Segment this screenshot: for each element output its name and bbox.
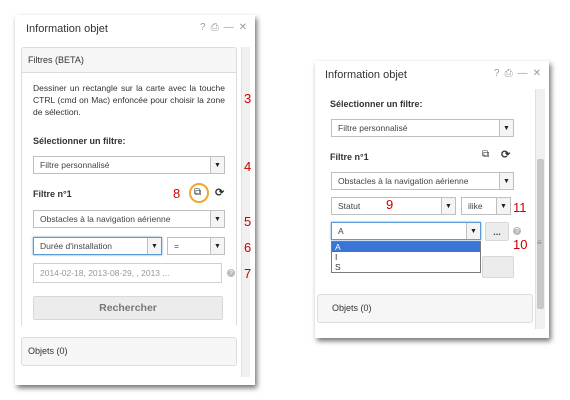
minimize-icon[interactable]: —: [224, 22, 236, 33]
annotation-5: 5: [244, 214, 252, 229]
left-description: Dessiner un rectangle sur la carte avec …: [33, 83, 225, 117]
copy-icon[interactable]: ⧉: [194, 187, 201, 198]
copy-icon[interactable]: ⧉: [482, 149, 489, 160]
left-select-filter-label: Sélectionner un filtre:: [33, 136, 126, 146]
value-dropdown-list[interactable]: A I S: [331, 241, 481, 273]
left-filter-select[interactable]: Filtre personnalisé ▼: [33, 156, 225, 174]
close-icon[interactable]: ✕: [533, 68, 543, 79]
chevron-down-icon[interactable]: ▼: [499, 120, 513, 136]
help-icon[interactable]: ?: [494, 68, 502, 79]
print-icon[interactable]: ⎙: [505, 68, 515, 79]
more-values-button[interactable]: ...: [485, 222, 509, 241]
annotation-4: 4: [244, 159, 252, 174]
left-value-input[interactable]: 2014-02-18, 2013-08-29, , 2013 ...: [33, 263, 222, 283]
chevron-down-icon[interactable]: ▼: [496, 198, 510, 214]
left-filters-header[interactable]: Filtres (BETA): [28, 55, 84, 65]
search-button[interactable]: [482, 256, 514, 278]
annotation-6: 6: [244, 240, 252, 255]
chevron-down-icon[interactable]: ▼: [210, 238, 224, 254]
right-attribute-select-value: Statut: [338, 201, 361, 211]
left-layer-select[interactable]: Obstacles à la navigation aérienne ▼: [33, 210, 225, 228]
right-filter-heading: Filtre n°1: [330, 152, 369, 162]
refresh-icon[interactable]: ⟳: [215, 186, 224, 199]
print-icon[interactable]: ⎙: [211, 22, 221, 33]
right-value-select-value: A: [338, 226, 344, 236]
annotation-3: 3: [244, 91, 252, 106]
left-attribute-select[interactable]: Durée d'installation ▼: [33, 237, 162, 255]
left-operator-select[interactable]: = ▼: [167, 237, 225, 255]
left-operator-select-value: =: [174, 241, 179, 251]
right-operator-select-value: ilike: [468, 201, 483, 211]
annotation-8: 8: [173, 186, 181, 201]
help-icon[interactable]: ?: [200, 22, 208, 33]
right-attribute-select[interactable]: Statut ▼: [331, 197, 456, 215]
help-icon[interactable]: ?: [227, 269, 235, 277]
right-window-controls: ? ⎙ — ✕: [491, 68, 543, 79]
chevron-down-icon[interactable]: ▼: [210, 211, 224, 227]
right-select-filter-label: Sélectionner un filtre:: [330, 99, 423, 109]
right-panel-title: Information objet: [325, 69, 407, 81]
left-value-placeholder: 2014-02-18, 2013-08-29, , 2013 ...: [40, 268, 170, 278]
chevron-down-icon[interactable]: ▼: [210, 157, 224, 173]
scrollbar-thumb[interactable]: [537, 159, 544, 309]
right-objects-section[interactable]: Objets (0): [317, 294, 533, 323]
help-icon[interactable]: ?: [513, 227, 521, 235]
minimize-icon[interactable]: —: [518, 68, 530, 79]
left-attribute-select-value: Durée d'installation: [40, 241, 113, 251]
chevron-down-icon[interactable]: ▼: [147, 238, 161, 254]
scrollbar-grip-icon: ≡: [537, 238, 542, 247]
chevron-down-icon[interactable]: ▼: [441, 198, 455, 214]
left-panel-title: Information objet: [26, 23, 108, 35]
left-filter-select-value: Filtre personnalisé: [40, 160, 110, 170]
close-icon[interactable]: ✕: [239, 22, 249, 33]
annotation-10: 10: [513, 237, 528, 252]
dropdown-option[interactable]: A: [332, 242, 480, 252]
right-operator-select[interactable]: ilike ▼: [461, 197, 511, 215]
annotation-11: 11: [513, 200, 527, 215]
left-info-panel: Information objet ? ⎙ — ✕ Filtres (BETA) De…: [15, 15, 255, 385]
right-filter-select[interactable]: Filtre personnalisé ▼: [331, 119, 514, 137]
annotation-7: 7: [244, 266, 252, 281]
chevron-down-icon[interactable]: ▼: [499, 173, 513, 189]
right-value-select[interactable]: A ▼: [331, 222, 481, 240]
left-filters-section: Filtres (BETA) Dessiner un rectangle sur…: [21, 47, 237, 327]
right-layer-select[interactable]: Obstacles à la navigation aérienne ▼: [331, 172, 514, 190]
refresh-icon[interactable]: ⟳: [501, 148, 510, 161]
annotation-9: 9: [386, 197, 394, 212]
dropdown-option[interactable]: S: [332, 262, 480, 272]
left-filter-heading: Filtre n°1: [33, 189, 72, 199]
right-objects-header: Objets (0): [332, 303, 372, 313]
dropdown-option[interactable]: I: [332, 252, 480, 262]
left-window-controls: ? ⎙ — ✕: [197, 22, 249, 33]
right-layer-select-value: Obstacles à la navigation aérienne: [338, 176, 469, 186]
right-scrollbar[interactable]: [535, 89, 545, 329]
left-layer-select-value: Obstacles à la navigation aérienne: [40, 214, 171, 224]
left-objects-section[interactable]: Objets (0): [21, 337, 237, 366]
search-button[interactable]: Rechercher: [33, 296, 223, 320]
chevron-down-icon[interactable]: ▼: [466, 223, 480, 239]
left-objects-header: Objets (0): [28, 346, 68, 356]
right-filter-select-value: Filtre personnalisé: [338, 123, 408, 133]
